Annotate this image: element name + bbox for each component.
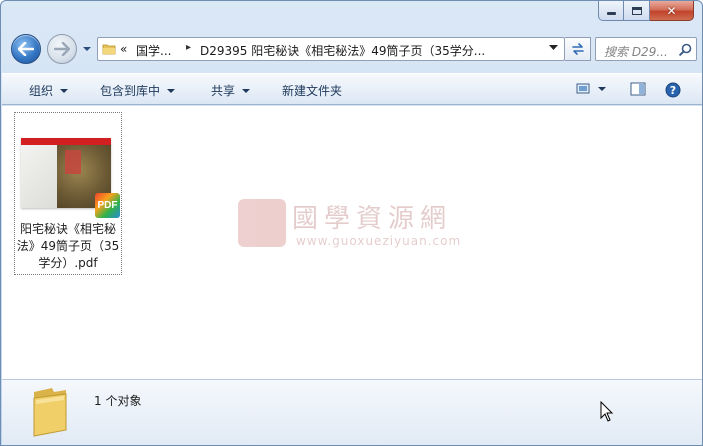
file-name: 阳宅秘诀《相宅秘法》49筒子页（35学分）.pdf	[16, 222, 120, 270]
search-icon[interactable]	[679, 43, 692, 56]
chevron-down-icon	[60, 88, 69, 93]
view-icon	[576, 83, 606, 94]
breadcrumb-root[interactable]: 国学...	[136, 42, 171, 59]
mouse-cursor-icon	[600, 401, 614, 422]
caption-buttons: ✕	[598, 1, 694, 21]
new-folder-label: 新建文件夹	[282, 84, 343, 98]
breadcrumb-separator[interactable]: ▸	[186, 42, 191, 53]
forward-arrow-icon	[54, 42, 70, 56]
share-menu[interactable]: 共享	[211, 82, 251, 99]
address-dropdown-icon[interactable]	[549, 45, 558, 51]
details-pane: 1 个对象	[2, 379, 702, 445]
watermark-logo-icon	[238, 199, 286, 247]
share-label: 共享	[211, 84, 236, 98]
command-toolbar: 组织 包含到库中 共享 新建文件夹 ?	[2, 73, 702, 105]
file-list-area[interactable]: PDF 阳宅秘诀《相宅秘法》49筒子页（35学分）.pdf 國學資源網 www.…	[2, 106, 702, 379]
back-arrow-icon	[18, 42, 34, 56]
folder-icon	[102, 44, 116, 55]
close-button[interactable]: ✕	[650, 1, 694, 21]
explorer-window: ✕ « 国学... ▸ D29395 阳宅秘诀《相宅秘法》49筒子页（35学分.…	[0, 0, 703, 446]
organize-menu[interactable]: 组织	[29, 82, 69, 99]
search-input[interactable]: 搜索 D29...	[604, 43, 668, 60]
recent-pages-button[interactable]	[81, 43, 93, 55]
chevron-down-icon	[83, 47, 91, 51]
watermark-url: www.guoxueziyuan.com	[296, 234, 462, 248]
back-button[interactable]	[11, 34, 41, 64]
change-view-button[interactable]	[576, 82, 606, 99]
include-in-library-menu[interactable]: 包含到库中	[100, 82, 176, 99]
watermark: 國學資源網 www.guoxueziyuan.com	[238, 194, 498, 254]
help-icon: ?	[665, 82, 681, 98]
refresh-button[interactable]	[565, 37, 591, 61]
folder-icon	[33, 388, 67, 437]
maximize-icon	[631, 6, 642, 15]
address-bar[interactable]: « 国学... ▸ D29395 阳宅秘诀《相宅秘法》49筒子页（35学分...	[97, 37, 565, 61]
refresh-icon	[571, 43, 584, 55]
svg-text:?: ?	[670, 84, 676, 97]
file-item-pdf[interactable]: PDF 阳宅秘诀《相宅秘法》49筒子页（35学分）.pdf	[14, 112, 122, 275]
maximize-button[interactable]	[624, 1, 650, 21]
minimize-button[interactable]	[598, 1, 624, 21]
pdf-file-icon: PDF	[95, 193, 120, 218]
search-box[interactable]: 搜索 D29...	[595, 37, 697, 61]
minimize-icon	[606, 12, 616, 15]
item-count: 1 个对象	[94, 394, 142, 408]
chevron-down-icon	[167, 88, 176, 93]
watermark-title: 國學資源網	[292, 204, 453, 234]
address-overflow-chevrons[interactable]: «	[120, 42, 127, 56]
preview-pane-button[interactable]	[630, 82, 646, 99]
pdf-badge-label: PDF	[97, 200, 118, 211]
organize-label: 组织	[29, 84, 54, 98]
preview-pane-icon	[630, 82, 646, 96]
navigation-bar: « 国学... ▸ D29395 阳宅秘诀《相宅秘法》49筒子页（35学分...…	[9, 33, 697, 67]
breadcrumb-current-folder[interactable]: D29395 阳宅秘诀《相宅秘法》49筒子页（35学分...	[200, 42, 485, 59]
new-folder-button[interactable]: 新建文件夹	[282, 82, 342, 99]
include-in-library-label: 包含到库中	[100, 84, 161, 98]
help-button[interactable]: ?	[665, 82, 681, 101]
close-icon: ✕	[666, 3, 677, 18]
forward-button[interactable]	[47, 34, 77, 64]
chevron-down-icon	[242, 88, 251, 93]
